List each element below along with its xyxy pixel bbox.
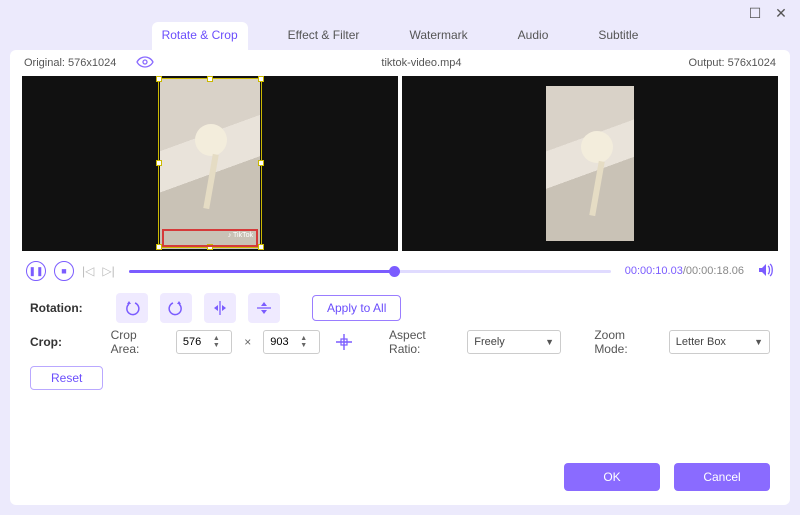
current-time: 00:00:10.03 [625,265,683,277]
stop-button[interactable]: ■ [54,261,74,281]
crop-height-input[interactable] [270,336,300,348]
crop-selection-box[interactable] [158,78,262,248]
rotate-left-button[interactable] [116,293,148,323]
duration-time: /00:00:18.06 [683,265,744,277]
cancel-button[interactable]: Cancel [674,463,770,491]
crop-handle[interactable] [156,160,162,166]
crop-times-icon: × [244,335,251,349]
output-size-label: Output: 576x1024 [689,57,776,69]
center-crop-button[interactable] [332,329,356,355]
zoom-mode-value: Letter Box [676,336,726,348]
maximize-icon[interactable]: ☐ [746,5,764,22]
crop-handle[interactable] [258,76,264,82]
crop-handle[interactable] [156,76,162,82]
source-preview-pane[interactable]: ♪ TikTok [22,76,398,251]
crop-area-label: Crop Area: [111,328,164,356]
crop-height-field[interactable]: ▲▼ [263,330,319,354]
reset-button[interactable]: Reset [30,366,103,390]
pause-button[interactable]: ❚❚ [26,261,46,281]
flip-horizontal-button[interactable] [204,293,236,323]
apply-to-all-button[interactable]: Apply to All [312,295,401,321]
crop-handle[interactable] [258,244,264,250]
tab-rotate-crop[interactable]: Rotate & Crop [152,22,248,50]
flip-vertical-button[interactable] [248,293,280,323]
close-icon[interactable]: ✕ [772,5,790,22]
prev-frame-button[interactable]: |◁ [82,264,94,278]
output-preview-pane [402,76,778,251]
crop-width-input[interactable] [183,336,213,348]
original-size-label: Original: 576x1024 [24,57,116,69]
zoom-mode-label: Zoom Mode: [594,328,656,356]
spin-up-icon[interactable]: ▲ [213,335,220,342]
rotation-label: Rotation: [30,301,104,315]
crop-handle[interactable] [258,160,264,166]
preview-eye-icon[interactable] [136,56,154,71]
spin-down-icon[interactable]: ▼ [300,342,307,349]
chevron-down-icon: ▼ [754,337,763,347]
chevron-down-icon: ▼ [545,337,554,347]
zoom-mode-select[interactable]: Letter Box ▼ [669,330,770,354]
tab-watermark[interactable]: Watermark [399,22,477,50]
next-frame-button[interactable]: ▷| [102,264,114,278]
output-video-thumb [546,86,634,241]
crop-width-field[interactable]: ▲▼ [176,330,232,354]
tab-audio[interactable]: Audio [508,22,559,50]
rotate-right-button[interactable] [160,293,192,323]
spin-down-icon[interactable]: ▼ [213,342,220,349]
filename-label: tiktok-video.mp4 [154,57,688,69]
timeline-knob[interactable] [389,266,400,277]
crop-handle[interactable] [207,76,213,82]
spin-up-icon[interactable]: ▲ [300,335,307,342]
tab-bar: Rotate & Crop Effect & Filter Watermark … [0,22,800,50]
aspect-ratio-label: Aspect Ratio: [389,328,455,356]
aspect-ratio-value: Freely [474,336,505,348]
tiktok-watermark-highlight: ♪ TikTok [162,229,258,247]
crop-label: Crop: [30,335,99,349]
aspect-ratio-select[interactable]: Freely ▼ [467,330,561,354]
volume-icon[interactable] [758,263,774,280]
timeline-slider[interactable] [129,264,611,278]
ok-button[interactable]: OK [564,463,660,491]
tab-subtitle[interactable]: Subtitle [588,22,648,50]
tab-effect-filter[interactable]: Effect & Filter [278,22,370,50]
